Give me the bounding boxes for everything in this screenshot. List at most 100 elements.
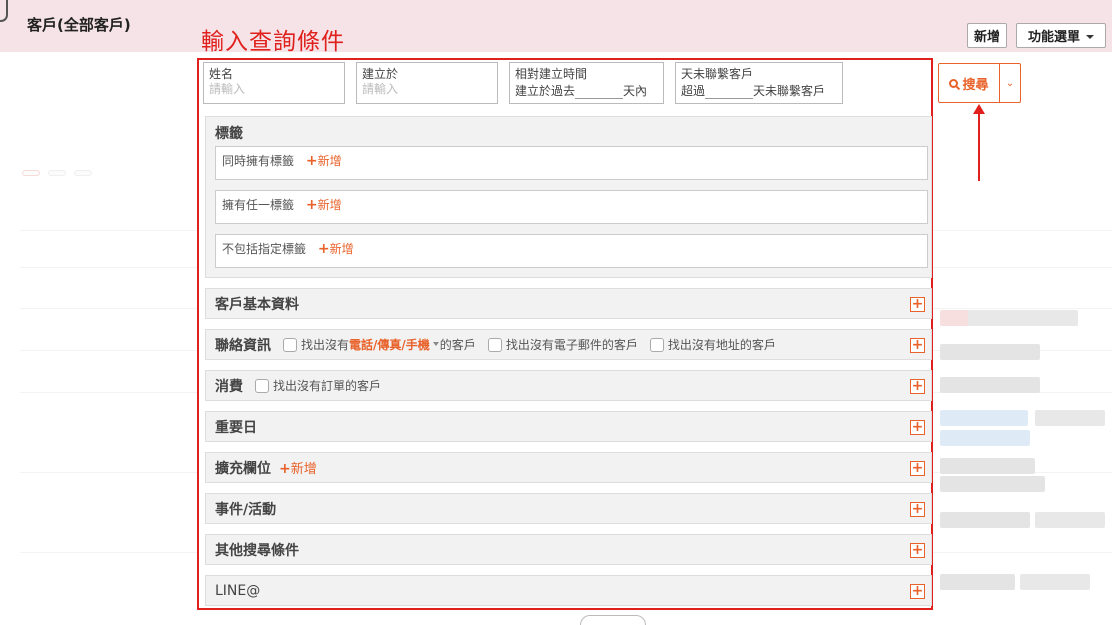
checkbox-box[interactable] <box>649 337 664 352</box>
no-order-label: 找出沒有訂單的客戶 <box>273 379 382 393</box>
background-tab <box>48 170 66 176</box>
no-address-checkbox[interactable]: 找出沒有地址的客戶 <box>649 336 776 353</box>
name-field[interactable]: 姓名 <box>203 62 345 104</box>
section-events-title: 事件/活動 <box>215 501 277 518</box>
section-important-date[interactable]: 重要日 + <box>205 411 932 442</box>
annotation-arrow-shaft <box>978 112 980 181</box>
background-badge <box>940 344 1040 360</box>
all-tags-label: 同時擁有標籤 <box>222 154 295 168</box>
plus-icon: + <box>305 153 318 169</box>
plus-icon: + <box>317 241 330 257</box>
no-address-label: 找出沒有地址的客戶 <box>667 338 776 352</box>
no-contact-label: 天未聯繫客戶 <box>681 67 754 81</box>
section-important-date-title: 重要日 <box>215 419 257 436</box>
section-events[interactable]: 事件/活動 + <box>205 493 932 524</box>
no-phone-suffix: 的客戶 <box>439 338 476 352</box>
no-contact-field[interactable]: 天未聯繫客戶 超過 天未聯繫客戶 <box>675 62 843 104</box>
no-phone-prefix: 找出沒有 <box>301 338 350 352</box>
relative-created-label: 相對建立時間 <box>515 67 588 81</box>
tag-section: 標籤 同時擁有標籤 +新增 擁有任一標籤 +新增 不包括指定標籤 +新增 <box>205 116 932 278</box>
no-email-checkbox[interactable]: 找出沒有電子郵件的客戶 <box>487 336 638 353</box>
add-extended-field-link[interactable]: +新增 <box>279 458 317 477</box>
section-contact-info-title: 聯絡資訊 <box>215 337 271 354</box>
expand-icon[interactable]: + <box>910 502 925 517</box>
name-field-label: 姓名 <box>209 67 234 81</box>
section-line-title: LINE@ <box>215 582 261 599</box>
add-exclude-tags-link[interactable]: +新增 <box>317 241 354 257</box>
created-at-field[interactable]: 建立於 <box>356 62 498 104</box>
background-badge <box>968 310 1078 326</box>
any-tag-label: 擁有任一標籤 <box>222 198 295 212</box>
add-label: 新增 <box>290 462 317 477</box>
checkbox-box[interactable] <box>487 337 502 352</box>
no-contact-suffix: 天未聯繫客戶 <box>753 84 826 98</box>
background-badge <box>940 410 1028 426</box>
background-badge <box>940 574 1015 590</box>
add-all-tags-link[interactable]: +新增 <box>305 153 342 169</box>
no-order-checkbox[interactable]: 找出沒有訂單的客戶 <box>255 377 381 394</box>
new-button[interactable]: 新增 <box>967 23 1007 48</box>
background-badge <box>940 430 1030 446</box>
background-badge <box>1020 574 1090 590</box>
background-tabs <box>22 170 92 176</box>
expand-icon[interactable]: + <box>910 420 925 435</box>
shield-icon <box>0 0 8 22</box>
expand-icon[interactable]: + <box>910 584 925 599</box>
add-any-tag-link[interactable]: +新增 <box>305 197 342 213</box>
search-options-dropdown[interactable]: ⌄ <box>999 63 1021 103</box>
relative-created-row: 建立於過去 天內 <box>515 82 658 100</box>
expand-icon[interactable]: + <box>910 543 925 558</box>
relative-created-days-input[interactable] <box>575 84 624 99</box>
any-tag-box[interactable]: 擁有任一標籤 +新增 <box>215 190 928 224</box>
relative-created-suffix: 天內 <box>623 84 648 98</box>
relative-created-field[interactable]: 相對建立時間 建立於過去 天內 <box>509 62 664 104</box>
annotation-label: 輸入查詢條件 <box>201 29 345 55</box>
created-at-label: 建立於 <box>362 67 399 81</box>
created-at-input[interactable] <box>362 82 482 96</box>
no-contact-days-input[interactable] <box>705 84 754 99</box>
checkbox-box[interactable] <box>255 378 269 393</box>
expand-icon[interactable]: + <box>910 338 925 353</box>
phone-type-selector[interactable]: 電話/傳真/手機 <box>349 336 430 353</box>
checkbox-box[interactable] <box>283 337 297 352</box>
background-badge <box>940 512 1030 528</box>
plus-icon: + <box>305 197 318 213</box>
search-button[interactable]: 搜尋 <box>938 63 1000 103</box>
section-other-conditions-title: 其他搜尋條件 <box>215 542 299 559</box>
section-basic-info-title: 客戶基本資料 <box>215 296 299 313</box>
name-input[interactable] <box>209 82 329 96</box>
exclude-tags-box[interactable]: 不包括指定標籤 +新增 <box>215 234 928 268</box>
background-tab <box>22 170 40 176</box>
expand-icon[interactable]: + <box>910 461 925 476</box>
section-consumption-title: 消費 <box>215 378 243 395</box>
section-consumption[interactable]: 消費 找出沒有訂單的客戶 + <box>205 370 932 401</box>
caret-down-icon[interactable] <box>432 342 439 346</box>
section-contact-info[interactable]: 聯絡資訊 找出沒有 電話/傳真/手機 的客戶 找出沒有電子郵件的客戶 找出沒有地址的… <box>205 329 932 360</box>
section-line[interactable]: LINE@ + <box>205 575 932 606</box>
function-menu-button[interactable]: 功能選單 <box>1016 23 1106 48</box>
no-contact-row: 超過 天未聯繫客戶 <box>681 82 837 100</box>
expand-icon[interactable]: + <box>910 297 925 312</box>
all-tags-box[interactable]: 同時擁有標籤 +新增 <box>215 146 928 180</box>
relative-created-prefix: 建立於過去 <box>515 84 576 98</box>
no-email-label: 找出沒有電子郵件的客戶 <box>505 338 638 352</box>
no-contact-prefix: 超過 <box>681 84 706 98</box>
add-label: 新增 <box>317 154 342 168</box>
background-badge <box>1035 410 1105 426</box>
search-button-label: 搜尋 <box>962 77 989 93</box>
background-badge <box>940 377 1040 393</box>
expand-icon[interactable]: + <box>910 379 925 394</box>
function-menu-label: 功能選單 <box>1027 30 1080 45</box>
section-extended-fields-title: 擴充欄位 <box>215 460 271 477</box>
collapse-toggle[interactable] <box>580 615 646 625</box>
background-badge <box>940 458 1035 474</box>
no-phone-checkbox[interactable]: 找出沒有 電話/傳真/手機 的客戶 <box>283 336 476 353</box>
chevron-down-icon: ⌄ <box>1005 77 1015 89</box>
section-extended-fields[interactable]: 擴充欄位 +新增 + <box>205 452 932 483</box>
section-basic-info[interactable]: 客戶基本資料 + <box>205 288 932 319</box>
add-label: 新增 <box>317 198 342 212</box>
background-badge <box>940 476 1045 492</box>
section-other-conditions[interactable]: 其他搜尋條件 + <box>205 534 932 565</box>
search-icon <box>949 78 959 88</box>
caret-down-icon <box>1086 34 1094 39</box>
